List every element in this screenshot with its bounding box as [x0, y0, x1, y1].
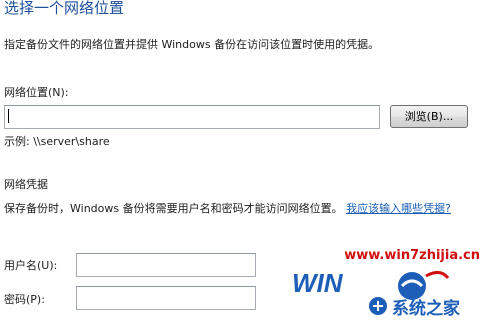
password-input[interactable]	[76, 286, 256, 310]
network-location-example: 示例: \\server\share	[4, 135, 110, 148]
page-title: 选择一个网络位置	[4, 0, 125, 17]
browse-button[interactable]: 浏览(B)...	[390, 105, 468, 128]
username-label: 用户名(U):	[4, 259, 58, 272]
watermark-logo: WIN 系统之家	[292, 268, 460, 319]
credentials-description: 保存备份时，Windows 备份将需要用户名和密码才能访问网络位置。 我应该输入…	[4, 200, 451, 216]
username-input[interactable]	[76, 253, 256, 277]
network-location-label: 网络位置(N):	[4, 86, 69, 99]
password-label: 密码(P):	[4, 293, 45, 306]
page-description: 指定备份文件的网络位置并提供 Windows 备份在访问该位置时使用的凭据。	[4, 38, 380, 51]
credentials-help-link[interactable]: 我应该输入哪些凭据?	[346, 202, 451, 215]
svg-text:WIN: WIN	[292, 268, 344, 298]
network-location-input[interactable]	[4, 105, 380, 129]
credentials-description-text: 保存备份时，Windows 备份将需要用户名和密码才能访问网络位置。	[4, 202, 343, 215]
watermark-url: www.win7zhijia.cn	[344, 248, 480, 263]
credentials-heading: 网络凭据	[4, 178, 48, 191]
watermark-site-name: 系统之家	[392, 298, 460, 319]
text-caret	[8, 109, 9, 123]
